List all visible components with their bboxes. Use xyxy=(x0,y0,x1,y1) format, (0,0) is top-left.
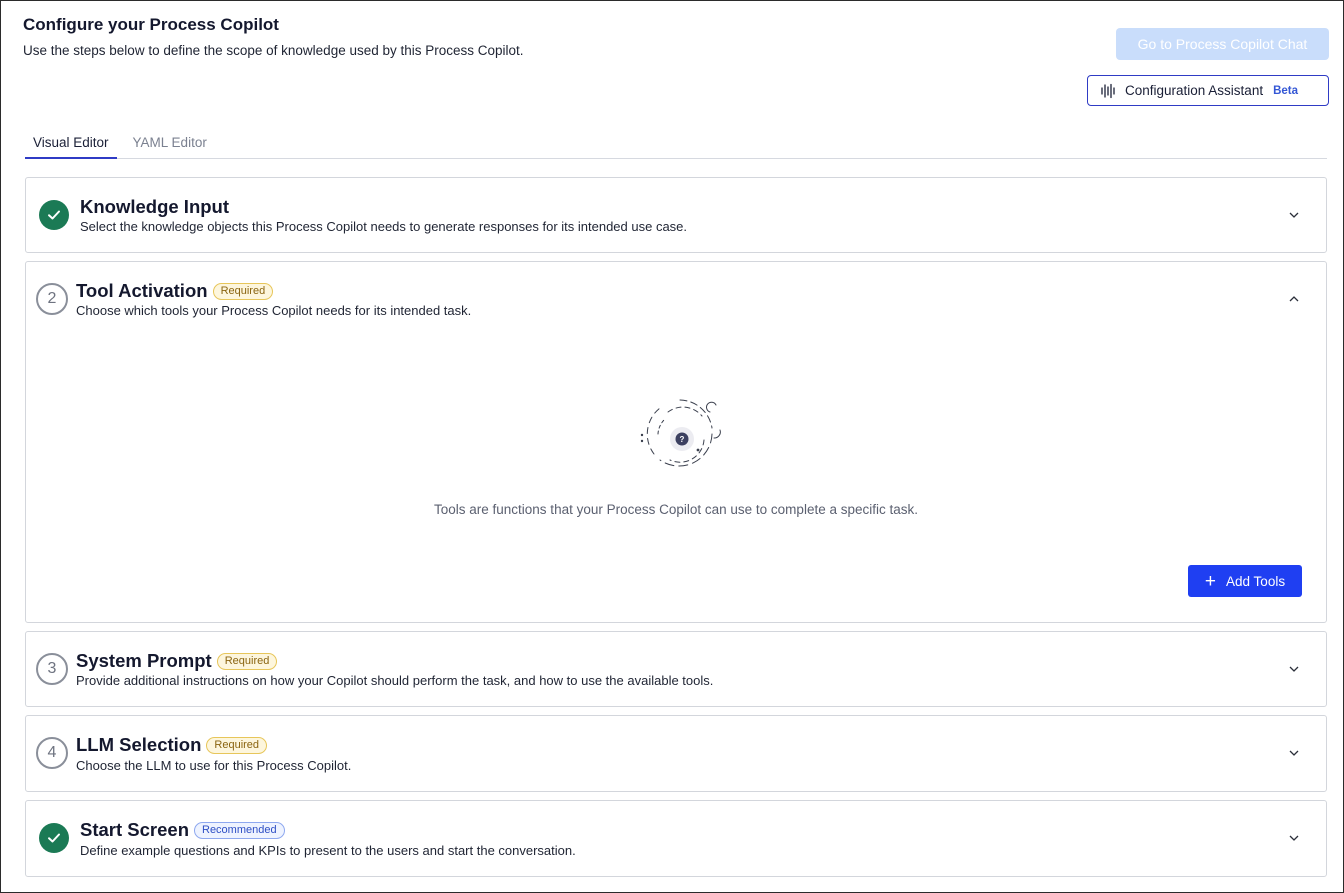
section-tool-activation: 2 Tool Activation Required Choose which … xyxy=(25,261,1327,623)
assistant-label: Configuration Assistant xyxy=(1125,83,1264,98)
empty-state-illustration-icon: ? xyxy=(640,399,721,467)
section-description: Define example questions and KPIs to pre… xyxy=(80,843,576,858)
section-description: Choose the LLM to use for this Process C… xyxy=(76,758,352,773)
section-title-row: System Prompt Required xyxy=(76,650,278,672)
step-number: 3 xyxy=(36,653,68,685)
check-circle-icon xyxy=(39,823,69,853)
page-subtitle: Use the steps below to define the scope … xyxy=(23,43,524,58)
section-title: System Prompt xyxy=(76,650,212,671)
editor-tabs: Visual Editor YAML Editor xyxy=(25,131,1327,159)
step-number: 4 xyxy=(36,737,68,769)
section-title-row: Tool Activation Required xyxy=(76,280,274,302)
required-badge: Required xyxy=(212,282,274,300)
section-description: Provide additional instructions on how y… xyxy=(76,673,714,688)
section-knowledge-input[interactable]: Knowledge Input Select the knowledge obj… xyxy=(25,177,1327,253)
empty-state-text: Tools are functions that your Process Co… xyxy=(434,502,918,517)
section-description: Select the knowledge objects this Proces… xyxy=(80,219,688,234)
sound-waves-icon xyxy=(1101,83,1115,98)
section-description: Choose which tools your Process Copilot … xyxy=(76,303,472,318)
svg-text:?: ? xyxy=(680,435,685,444)
chevron-down-icon[interactable] xyxy=(1287,746,1301,760)
section-title: LLM Selection xyxy=(76,734,202,755)
chevron-up-icon[interactable] xyxy=(1287,292,1301,306)
section-system-prompt[interactable]: 3 System Prompt Required Provide additio… xyxy=(25,631,1327,707)
add-tools-label: Add Tools xyxy=(1226,573,1286,589)
add-tools-button[interactable]: + Add Tools xyxy=(1188,565,1302,597)
plus-icon: + xyxy=(1204,570,1217,592)
section-title: Knowledge Input xyxy=(80,196,230,217)
configuration-assistant-button[interactable]: Configuration Assistant Beta xyxy=(1087,75,1329,106)
section-title-row: Start Screen Recommended xyxy=(80,819,285,841)
required-badge: Required xyxy=(206,736,268,754)
chevron-down-icon[interactable] xyxy=(1287,662,1301,676)
recommended-badge: Recommended xyxy=(194,821,285,839)
section-title-row: LLM Selection Required xyxy=(76,734,268,756)
check-circle-icon xyxy=(39,200,69,230)
page-title: Configure your Process Copilot xyxy=(23,15,279,34)
chevron-down-icon[interactable] xyxy=(1287,831,1301,845)
section-llm-selection[interactable]: 4 LLM Selection Required Choose the LLM … xyxy=(25,715,1327,792)
section-title: Tool Activation xyxy=(76,280,208,301)
section-start-screen[interactable]: Start Screen Recommended Define example … xyxy=(25,800,1327,877)
tab-yaml-editor[interactable]: YAML Editor xyxy=(125,131,215,159)
beta-badge: Beta xyxy=(1273,84,1299,97)
required-badge: Required xyxy=(216,652,278,670)
section-title: Start Screen xyxy=(80,819,189,840)
chevron-down-icon[interactable] xyxy=(1287,208,1301,222)
step-number: 2 xyxy=(36,283,68,315)
process-copilot-config-page: Configure your Process Copilot Use the s… xyxy=(0,0,1344,893)
go-to-chat-button[interactable]: Go to Process Copilot Chat xyxy=(1116,28,1329,60)
tab-visual-editor[interactable]: Visual Editor xyxy=(25,131,117,159)
